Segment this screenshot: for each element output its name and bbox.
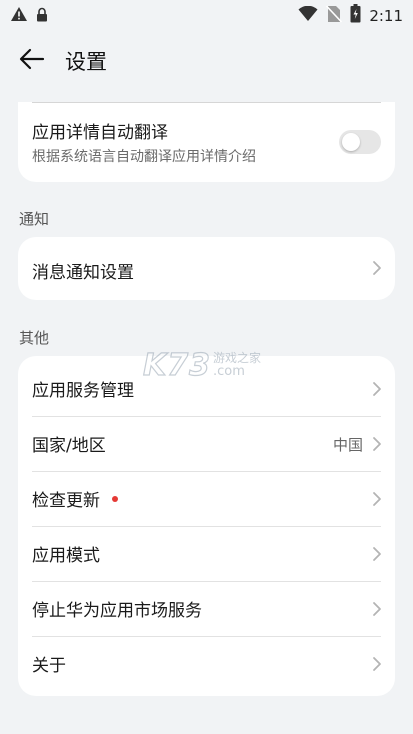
list-item-notification-settings[interactable]: 消息通知设置 <box>18 237 395 300</box>
auto-translate-description: 根据系统语言自动翻译应用详情介绍 <box>32 149 256 165</box>
back-button[interactable] <box>14 46 50 76</box>
chevron-right-icon <box>372 601 382 617</box>
toggle-knob <box>342 133 360 151</box>
list-item-check-updates[interactable]: 检查更新 <box>18 471 395 526</box>
warning-icon <box>10 6 28 26</box>
chevron-right-icon <box>372 546 382 562</box>
auto-translate-toggle[interactable] <box>339 130 381 154</box>
notifications-card: 消息通知设置 <box>18 237 395 300</box>
list-item-country-region[interactable]: 国家/地区 中国 <box>18 416 395 471</box>
chevron-right-icon <box>372 260 382 276</box>
status-time: 2:11 <box>369 6 403 25</box>
divider <box>32 102 381 103</box>
row-label-wrap: 检查更新 <box>32 486 118 511</box>
list-item-stop-service[interactable]: 停止华为应用市场服务 <box>18 581 395 636</box>
battery-icon <box>350 4 361 27</box>
wifi-icon <box>298 5 318 26</box>
row-label: 消息通知设置 <box>32 263 134 283</box>
chevron-right-icon <box>372 436 382 452</box>
watermark-domain: .com <box>213 364 245 379</box>
list-item-app-mode[interactable]: 应用模式 <box>18 526 395 581</box>
auto-translate-label: 应用详情自动翻译 <box>32 123 168 143</box>
app-header: 设置 <box>0 36 413 86</box>
row-label: 应用模式 <box>32 546 100 566</box>
row-value: 中国 <box>332 436 363 454</box>
row-label: 国家/地区 <box>32 436 106 456</box>
page-title: 设置 <box>65 50 107 74</box>
other-card: 应用服务管理 国家/地区 中国 检查更新 应用模式 停止华为应用市场服务 关于 <box>18 356 395 696</box>
update-badge-dot <box>112 496 118 502</box>
row-label: 应用服务管理 <box>32 381 134 401</box>
chevron-right-icon <box>372 491 382 507</box>
lock-icon <box>36 7 48 26</box>
section-label-other: 其他 <box>19 329 50 347</box>
chevron-right-icon <box>372 381 382 397</box>
chevron-right-icon <box>372 656 382 672</box>
no-sim-icon <box>326 4 343 27</box>
section-label-notifications: 通知 <box>19 210 50 228</box>
watermark-brand: K73 <box>142 347 211 383</box>
status-bar: 2:11 <box>0 0 413 28</box>
row-label: 关于 <box>32 656 66 676</box>
row-label: 停止华为应用市场服务 <box>32 601 202 621</box>
list-item-about[interactable]: 关于 <box>18 636 395 691</box>
auto-translate-card: 应用详情自动翻译 根据系统语言自动翻译应用详情介绍 <box>18 102 395 182</box>
watermark-logo: K73 游戏之家 .com <box>142 347 273 384</box>
back-arrow-icon <box>19 48 45 74</box>
row-label: 检查更新 <box>32 491 100 511</box>
